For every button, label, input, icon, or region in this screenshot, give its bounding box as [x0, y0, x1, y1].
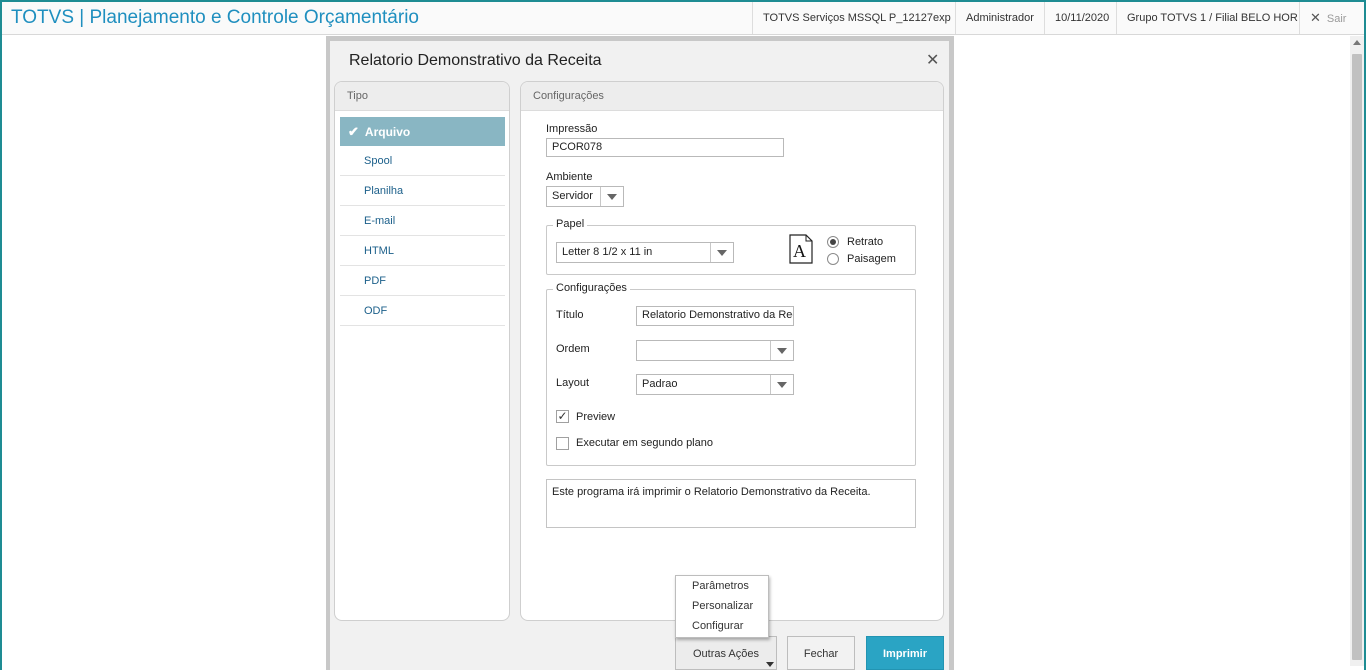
ordem-label: Ordem	[556, 343, 590, 355]
menu-item-configurar[interactable]: Configurar	[692, 620, 743, 632]
server-info: TOTVS Serviços MSSQL P_12127exp	[752, 2, 961, 34]
paper-page-icon: A	[789, 234, 813, 264]
close-icon: ✕	[1310, 10, 1321, 25]
close-button[interactable]: Fechar	[787, 636, 855, 670]
layout-label: Layout	[556, 377, 590, 389]
exit-button[interactable]: ✕ Sair	[1299, 2, 1356, 34]
paper-size-value: Letter 8 1/2 x 11 in	[562, 246, 653, 258]
tipo-item-label: E-mail	[364, 215, 396, 227]
print-button[interactable]: Imprimir	[866, 636, 944, 670]
date-info: 10/11/2020	[1044, 2, 1119, 34]
layout-value: Padrao	[642, 378, 678, 390]
chevron-down-icon[interactable]	[770, 341, 793, 360]
scrollbar-thumb[interactable]	[1352, 54, 1362, 660]
svg-text:A: A	[793, 241, 806, 261]
config-header: Configurações	[521, 82, 943, 111]
background-label: Executar em segundo plano	[576, 437, 713, 449]
app-title: TOTVS | Planejamento e Controle Orçament…	[11, 7, 419, 28]
tipo-item-label: HTML	[364, 245, 394, 257]
settings-legend: Configurações	[553, 282, 630, 294]
tipo-panel: Tipo ✔ Arquivo Spool Planilha E-mail HTML…	[334, 81, 510, 621]
tipo-item-label: Spool	[364, 155, 393, 167]
check-icon: ✔	[348, 124, 359, 139]
ambiente-select[interactable]: Servidor	[546, 186, 624, 207]
tipo-item-email[interactable]: E-mail	[340, 207, 505, 236]
paper-size-select[interactable]: Letter 8 1/2 x 11 in	[556, 242, 734, 263]
titulo-label: Título	[556, 309, 584, 321]
more-actions-button[interactable]: Outras Ações	[675, 636, 777, 670]
more-actions-menu: Parâmetros Personalizar Configurar	[675, 575, 769, 638]
user-info: Administrador	[955, 2, 1044, 34]
dialog-title: Relatorio Demonstrativo da Receita	[349, 52, 602, 69]
chevron-down-icon[interactable]	[770, 375, 793, 394]
exit-label: Sair	[1326, 13, 1347, 25]
scroll-up-icon[interactable]	[1353, 40, 1361, 45]
branch-info: Grupo TOTVS 1 / Filial BELO HOR	[1116, 2, 1308, 34]
description-memo[interactable]: Este programa irá imprimir o Relatorio D…	[546, 479, 916, 528]
tipo-item-label: Planilha	[364, 185, 404, 197]
menu-item-parametros[interactable]: Parâmetros	[692, 580, 749, 592]
more-actions-label: Outras Ações	[692, 648, 760, 660]
checkmark-icon: ✓	[557, 409, 568, 423]
tipo-item-pdf[interactable]: PDF	[340, 267, 505, 296]
orientation-portrait-label: Retrato	[847, 236, 884, 248]
top-bar: TOTVS | Planejamento e Controle Orçament…	[2, 2, 1364, 35]
tipo-item-html[interactable]: HTML	[340, 237, 505, 266]
tipo-item-arquivo[interactable]: ✔ Arquivo	[340, 117, 505, 146]
chevron-down-icon[interactable]	[600, 187, 623, 206]
menu-item-personalizar[interactable]: Personalizar	[692, 600, 753, 612]
preview-label: Preview	[576, 411, 616, 423]
orientation-landscape-label: Paisagem	[847, 253, 896, 265]
tipo-item-label: Arquivo	[364, 125, 411, 139]
ambiente-label: Ambiente	[546, 171, 593, 183]
preview-checkbox[interactable]: ✓	[556, 410, 569, 423]
close-dialog-icon[interactable]: ✕	[926, 50, 939, 70]
caret-down-icon	[766, 662, 774, 667]
papel-legend: Papel	[553, 218, 588, 230]
layout-select[interactable]: Padrao	[636, 374, 794, 395]
orientation-portrait-radio[interactable]	[827, 236, 839, 248]
ambiente-value: Servidor	[552, 190, 593, 202]
tipo-header: Tipo	[335, 82, 509, 111]
background-checkbox[interactable]	[556, 437, 569, 450]
tipo-item-spool[interactable]: Spool	[340, 147, 505, 176]
tipo-item-odf[interactable]: ODF	[340, 297, 505, 326]
orientation-landscape-radio[interactable]	[827, 253, 839, 265]
titulo-input[interactable]: Relatorio Demonstrativo da Rec	[636, 306, 794, 326]
page-scrollbar[interactable]	[1350, 36, 1364, 666]
chevron-down-icon[interactable]	[710, 243, 733, 262]
tipo-item-planilha[interactable]: Planilha	[340, 177, 505, 206]
tipo-item-label: PDF	[364, 275, 386, 287]
ordem-select[interactable]	[636, 340, 794, 361]
impressao-label: Impressão	[546, 123, 598, 135]
tipo-item-label: ODF	[364, 305, 388, 317]
impressao-input[interactable]: PCOR078	[546, 138, 784, 157]
